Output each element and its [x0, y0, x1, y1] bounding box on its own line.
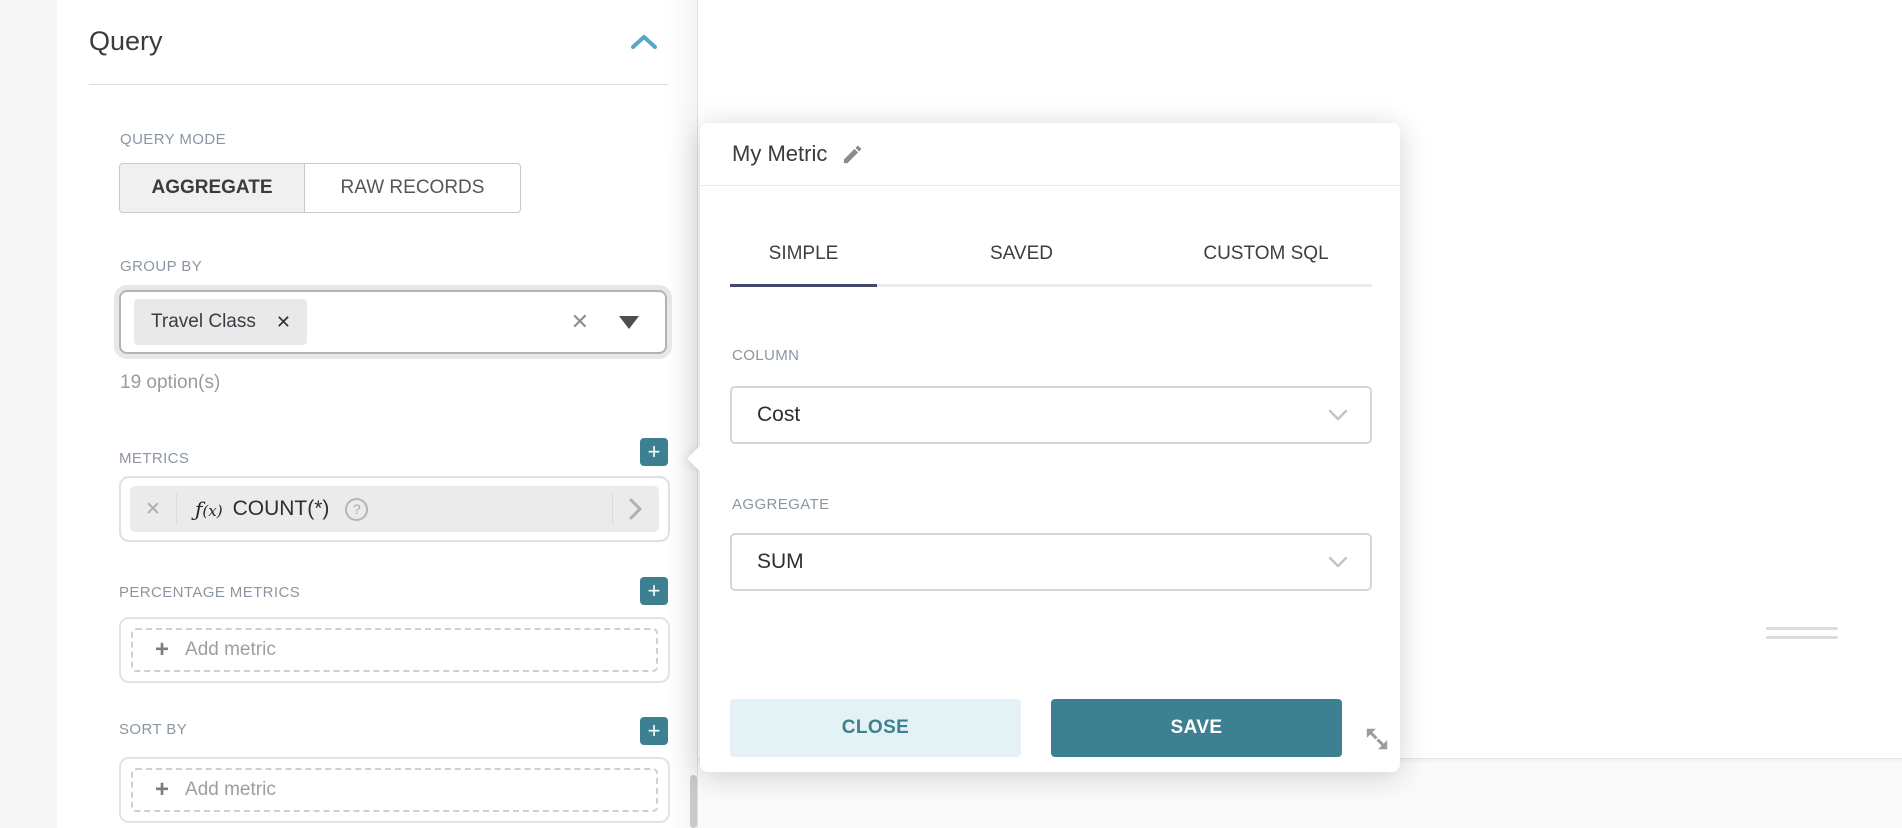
- popover-footer: CLOSE SAVE: [730, 699, 1342, 757]
- group-by-label: GROUP BY: [120, 258, 202, 275]
- plus-icon: +: [155, 638, 169, 662]
- aggregate-label: AGGREGATE: [732, 496, 830, 513]
- sort-by-label: SORT BY: [119, 721, 187, 738]
- add-percentage-metric-button[interactable]: +: [640, 577, 668, 605]
- add-metric-placeholder: Add metric: [185, 779, 276, 801]
- add-sort-metric-button[interactable]: +: [640, 717, 668, 745]
- save-button[interactable]: SAVE: [1051, 699, 1342, 757]
- metrics-container: ✕ ƒ(x) COUNT(*) ?: [119, 476, 670, 542]
- tab-custom-sql[interactable]: CUSTOM SQL: [1160, 223, 1372, 284]
- aggregate-value: SUM: [757, 550, 1328, 574]
- close-button[interactable]: CLOSE: [730, 699, 1021, 757]
- tag-remove-icon[interactable]: ✕: [276, 312, 291, 333]
- function-icon: ƒ(x): [195, 497, 223, 521]
- aggregate-toggle-button[interactable]: AGGREGATE: [119, 163, 305, 213]
- group-by-select[interactable]: Travel Class ✕ ✕: [119, 290, 667, 354]
- collapse-chevron-up-icon[interactable]: [630, 33, 658, 56]
- aggregate-select[interactable]: SUM: [730, 533, 1372, 591]
- help-icon[interactable]: ?: [345, 498, 368, 521]
- popover-title: My Metric: [732, 141, 827, 167]
- query-mode-toggle: AGGREGATE RAW RECORDS: [119, 163, 521, 213]
- raw-records-toggle-button[interactable]: RAW RECORDS: [305, 163, 521, 213]
- group-by-options-hint: 19 option(s): [120, 372, 220, 394]
- query-section-title: Query: [89, 26, 163, 57]
- chevron-down-icon: [1328, 409, 1348, 421]
- add-sort-metric-dropzone[interactable]: + Add metric: [131, 768, 658, 812]
- dropdown-caret-icon[interactable]: [619, 316, 639, 329]
- metric-edit-popover: My Metric SIMPLE SAVED CUSTOM SQL COLUMN…: [700, 123, 1400, 772]
- group-by-tag-label: Travel Class: [151, 311, 256, 333]
- add-metric-button[interactable]: +: [640, 438, 668, 466]
- add-metric-placeholder: Add metric: [185, 639, 276, 661]
- scrollbar-thumb[interactable]: [690, 775, 697, 828]
- pill-separator: [176, 493, 177, 525]
- plus-icon: +: [155, 778, 169, 802]
- panel-edge-shadow: [667, 0, 697, 828]
- metric-remove-icon[interactable]: ✕: [130, 498, 176, 521]
- query-mode-label: QUERY MODE: [120, 131, 226, 148]
- popover-header: My Metric: [700, 123, 1400, 186]
- group-by-tag[interactable]: Travel Class ✕: [134, 299, 307, 345]
- metric-expression: COUNT(*): [233, 497, 330, 521]
- active-tab-indicator: [730, 284, 877, 287]
- add-percentage-metric-dropzone[interactable]: + Add metric: [131, 628, 658, 672]
- popover-resize-icon[interactable]: [1360, 722, 1394, 761]
- column-select[interactable]: Cost: [730, 386, 1372, 444]
- metric-pill[interactable]: ✕ ƒ(x) COUNT(*) ?: [130, 486, 659, 532]
- metrics-label: METRICS: [119, 450, 189, 467]
- column-label: COLUMN: [732, 347, 799, 364]
- metric-tabs: SIMPLE SAVED CUSTOM SQL: [730, 223, 1372, 287]
- explore-screen: Query QUERY MODE AGGREGATE RAW RECORDS G…: [0, 0, 1902, 828]
- left-gutter: [0, 0, 57, 828]
- chevron-down-icon: [1328, 556, 1348, 568]
- tab-saved[interactable]: SAVED: [955, 223, 1088, 284]
- metric-expand-chevron-icon[interactable]: [613, 498, 659, 520]
- sort-by-container: + Add metric: [119, 757, 670, 823]
- percentage-metrics-container: + Add metric: [119, 617, 670, 683]
- edit-pencil-icon[interactable]: [841, 143, 864, 166]
- tab-simple[interactable]: SIMPLE: [730, 223, 877, 284]
- resize-handle[interactable]: [1766, 627, 1838, 639]
- percentage-metrics-label: PERCENTAGE METRICS: [119, 584, 300, 601]
- clear-all-icon[interactable]: ✕: [571, 311, 589, 333]
- section-divider: [89, 84, 668, 85]
- column-value: Cost: [757, 403, 1328, 427]
